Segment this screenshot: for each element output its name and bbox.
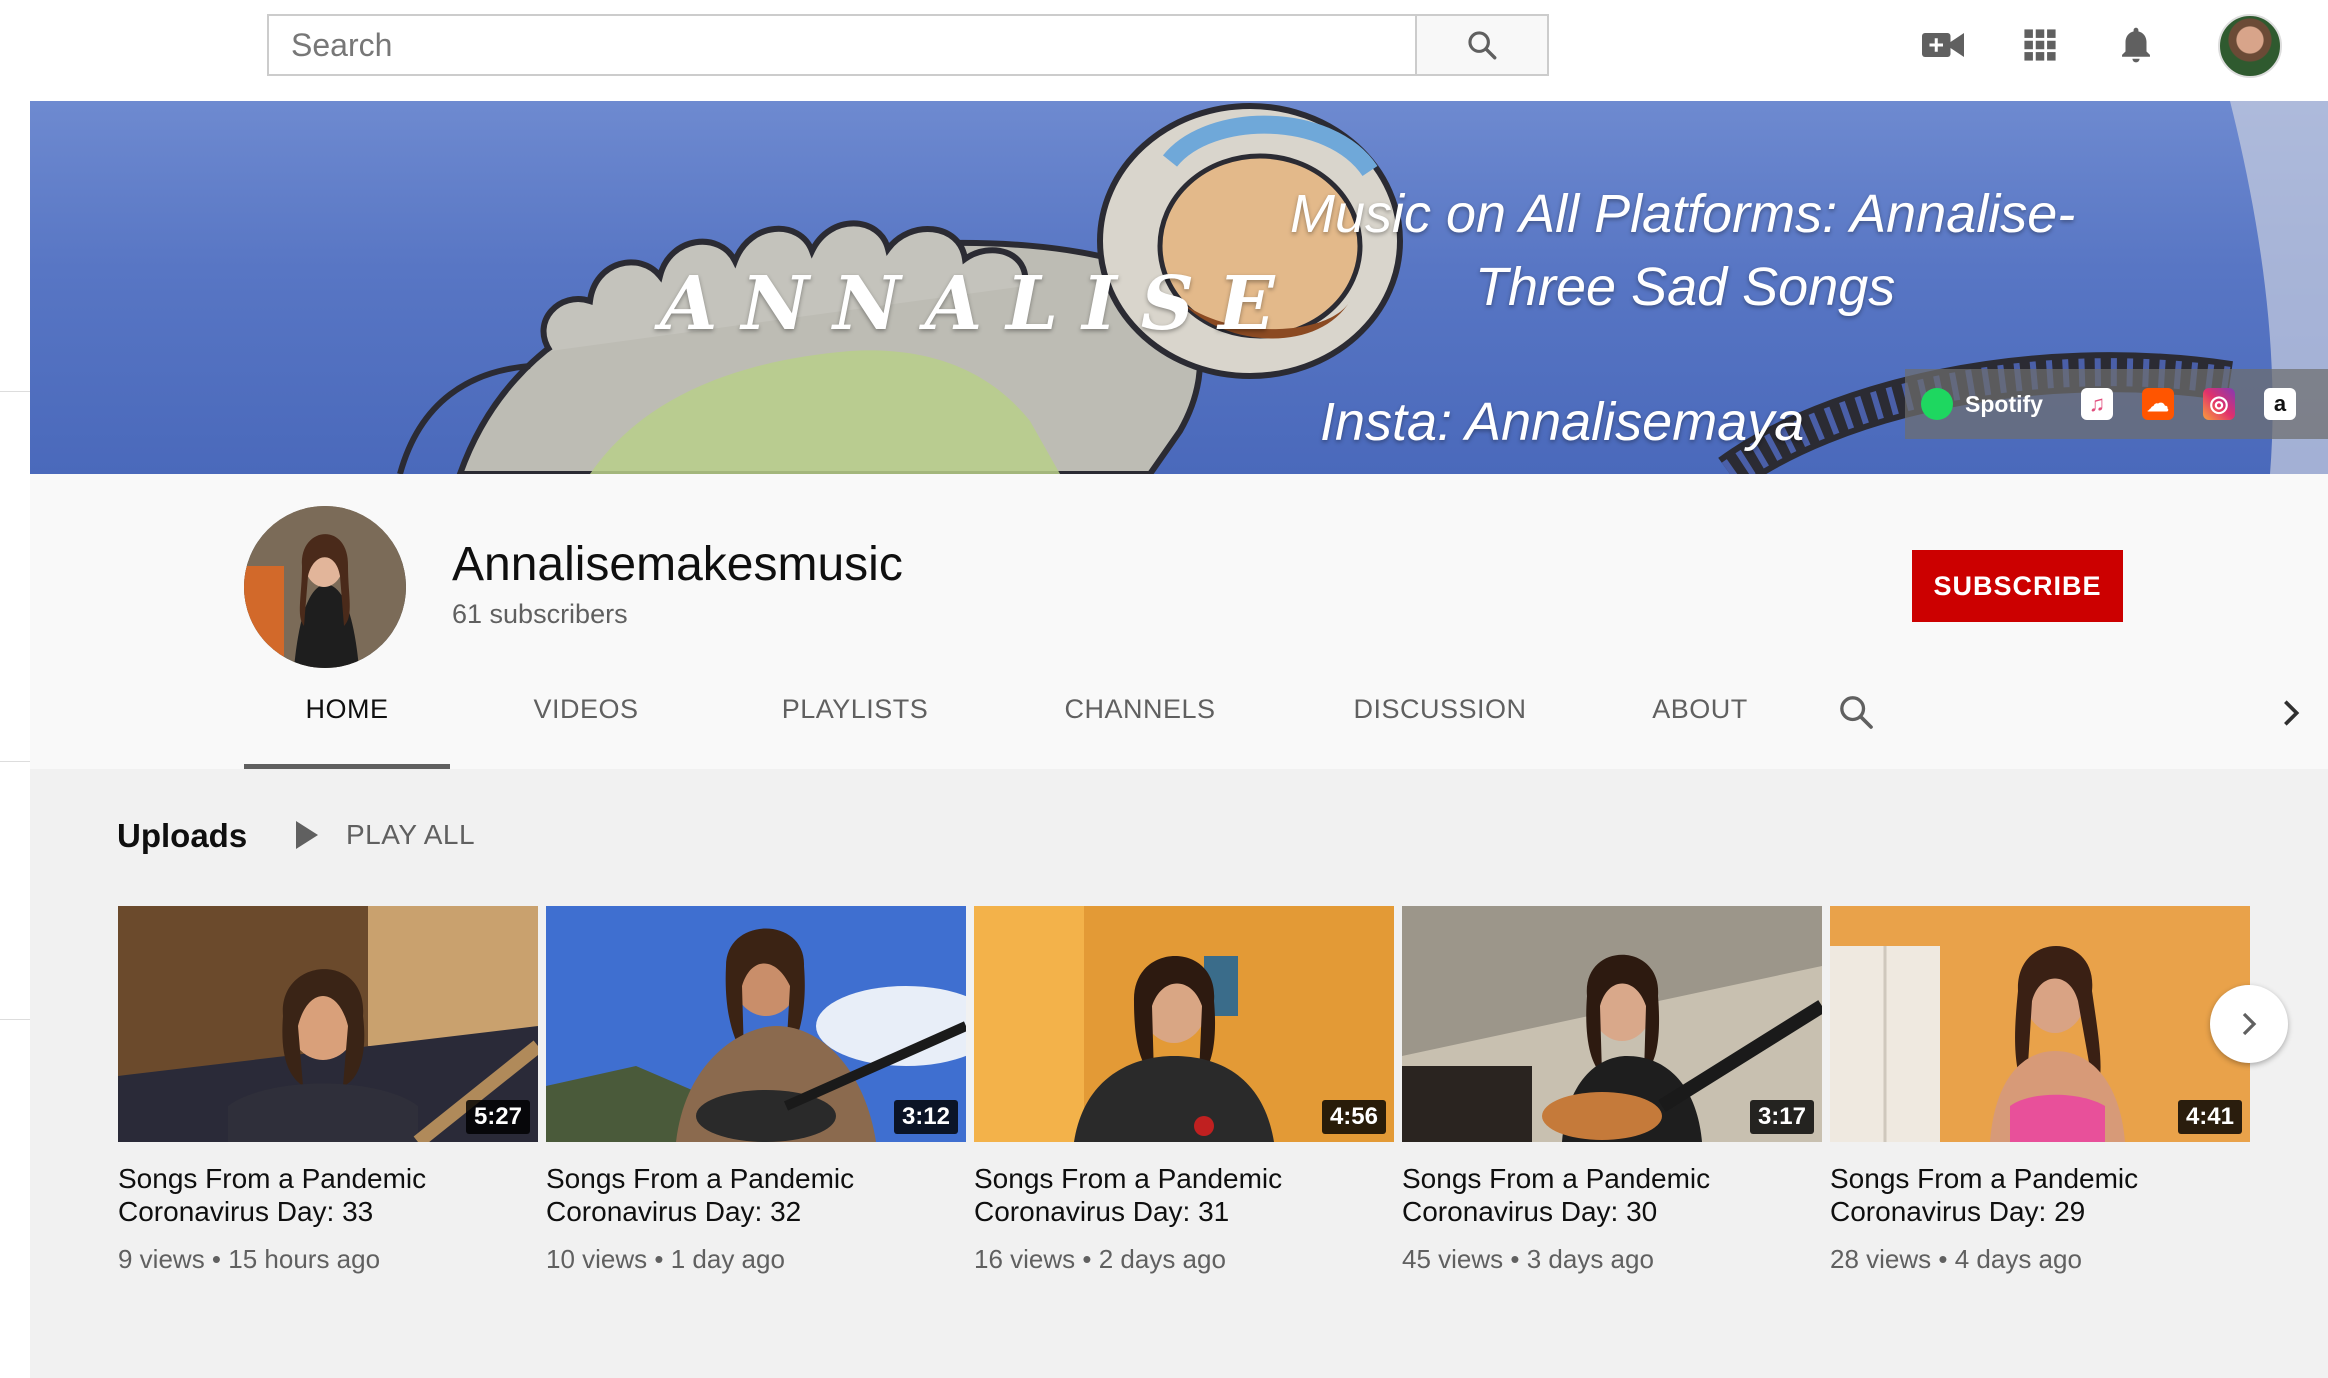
video-card[interactable]: 4:41 Songs From a Pandemic Coronavirus D… xyxy=(1830,906,2250,1275)
apps-grid-icon[interactable] xyxy=(2017,22,2063,68)
tab-channels[interactable]: CHANNELS xyxy=(1010,684,1270,766)
video-card[interactable]: 5:27 Songs From a Pandemic Coronavirus D… xyxy=(118,906,538,1275)
play-all-label: PLAY ALL xyxy=(346,819,476,850)
video-views: 16 views xyxy=(974,1244,1076,1274)
tab-home[interactable]: HOME xyxy=(244,684,450,769)
divider xyxy=(0,761,30,762)
amazon-icon[interactable]: a xyxy=(2263,388,2296,420)
video-thumbnail[interactable]: 3:17 xyxy=(1402,906,1822,1142)
create-video-icon[interactable] xyxy=(1920,22,1966,68)
channel-content: Uploads PLAY ALL 5:27 Songs From a Pande… xyxy=(30,769,2328,1378)
search-button[interactable] xyxy=(1417,14,1549,76)
video-title[interactable]: Songs From a Pandemic Coronavirus Day: 3… xyxy=(974,1162,1394,1228)
divider xyxy=(0,391,30,392)
meta-separator: • xyxy=(1503,1244,1527,1274)
video-meta: 45 views • 3 days ago xyxy=(1402,1244,1822,1275)
channel-avatar[interactable] xyxy=(244,506,406,668)
meta-separator: • xyxy=(647,1244,671,1274)
divider xyxy=(0,1019,30,1020)
meta-separator: • xyxy=(204,1244,229,1274)
video-title[interactable]: Songs From a Pandemic Coronavirus Day: 3… xyxy=(1402,1162,1822,1228)
meta-separator: • xyxy=(1075,1244,1099,1274)
video-age: 2 days ago xyxy=(1098,1244,1226,1274)
video-views: 28 views xyxy=(1830,1244,1932,1274)
channel-name: Annalisemakesmusic xyxy=(452,538,903,591)
video-thumbnail[interactable]: 5:27 xyxy=(118,906,538,1142)
banner-links: Spotify ♫ ☁ ◎ a xyxy=(1905,369,2328,439)
video-thumbnail[interactable]: 4:56 xyxy=(974,906,1394,1142)
play-icon xyxy=(296,821,318,849)
video-title[interactable]: Songs From a Pandemic Coronavirus Day: 3… xyxy=(546,1162,966,1228)
channel-header: Annalisemakesmusic 61 subscribers SUBSCR… xyxy=(30,474,2328,769)
left-gutter xyxy=(0,101,30,1378)
video-meta: 10 views • 1 day ago xyxy=(546,1244,966,1275)
spotify-icon xyxy=(1921,388,1953,420)
video-age: 3 days ago xyxy=(1526,1244,1654,1274)
video-meta: 16 views • 2 days ago xyxy=(974,1244,1394,1275)
top-bar: Search xyxy=(0,0,2328,101)
video-views: 45 views xyxy=(1402,1244,1504,1274)
tab-videos[interactable]: VIDEOS xyxy=(486,684,686,766)
video-card[interactable]: 3:12 Songs From a Pandemic Coronavirus D… xyxy=(546,906,966,1275)
video-meta: 28 views • 4 days ago xyxy=(1830,1244,2250,1275)
tab-about[interactable]: ABOUT xyxy=(1600,684,1800,766)
spotify-link-label: Spotify xyxy=(1965,390,2043,417)
soundcloud-icon[interactable]: ☁ xyxy=(2141,388,2174,420)
banner-platforms-line: Music on All Platforms: Annalise- xyxy=(1290,184,2076,244)
tab-discussion[interactable]: DISCUSSION xyxy=(1300,684,1580,766)
banner-album-line: Three Sad Songs xyxy=(1475,257,1896,317)
search-input[interactable]: Search xyxy=(267,14,1417,76)
video-duration: 5:27 xyxy=(465,1100,530,1134)
spotify-link[interactable]: Spotify xyxy=(1921,388,2043,420)
video-duration: 4:56 xyxy=(1321,1100,1386,1134)
video-age: 1 day ago xyxy=(670,1244,785,1274)
tabs-next-chevron-icon[interactable] xyxy=(2276,696,2306,735)
video-card[interactable]: 3:17 Songs From a Pandemic Coronavirus D… xyxy=(1402,906,1822,1275)
uploads-heading[interactable]: Uploads xyxy=(117,817,247,855)
play-all-button[interactable]: PLAY ALL xyxy=(296,819,475,851)
video-duration: 3:17 xyxy=(1749,1100,1814,1134)
account-avatar[interactable] xyxy=(2218,14,2282,78)
video-meta: 9 views • 15 hours ago xyxy=(118,1244,538,1275)
channel-search-icon[interactable] xyxy=(1836,692,1876,737)
video-age: 15 hours ago xyxy=(228,1244,381,1274)
video-title[interactable]: Songs From a Pandemic Coronavirus Day: 2… xyxy=(1830,1162,2250,1228)
search-icon xyxy=(1468,31,1497,60)
video-card[interactable]: 4:56 Songs From a Pandemic Coronavirus D… xyxy=(974,906,1394,1275)
video-age: 4 days ago xyxy=(1954,1244,2082,1274)
channel-tabs: HOME VIDEOS PLAYLISTS CHANNELS DISCUSSIO… xyxy=(30,684,2328,769)
video-thumbnail[interactable]: 3:12 xyxy=(546,906,966,1142)
subscriber-count: 61 subscribers xyxy=(452,599,628,629)
video-duration: 4:41 xyxy=(2177,1100,2242,1134)
instagram-icon[interactable]: ◎ xyxy=(2202,388,2235,420)
meta-separator: • xyxy=(1931,1244,1955,1274)
notifications-bell-icon[interactable] xyxy=(2113,22,2159,68)
video-title[interactable]: Songs From a Pandemic Coronavirus Day: 3… xyxy=(118,1162,538,1228)
video-thumbnail[interactable]: 4:41 xyxy=(1830,906,2250,1142)
video-views: 9 views xyxy=(118,1244,205,1274)
avatar-photo xyxy=(244,506,406,668)
banner-insta-line: Insta: Annalisemaya xyxy=(1320,392,1805,452)
shelf-next-button[interactable] xyxy=(2210,985,2288,1063)
chevron-right-icon xyxy=(2242,1012,2257,1036)
tab-playlists[interactable]: PLAYLISTS xyxy=(730,684,980,766)
video-views: 10 views xyxy=(546,1244,648,1274)
subscribe-button[interactable]: SUBSCRIBE xyxy=(1912,550,2123,622)
channel-banner: ANNALISE Music on All Platforms: Annalis… xyxy=(30,101,2328,474)
banner-title: ANNALISE xyxy=(660,261,1299,347)
apple-music-icon[interactable]: ♫ xyxy=(2080,388,2113,420)
video-duration: 3:12 xyxy=(893,1100,958,1134)
